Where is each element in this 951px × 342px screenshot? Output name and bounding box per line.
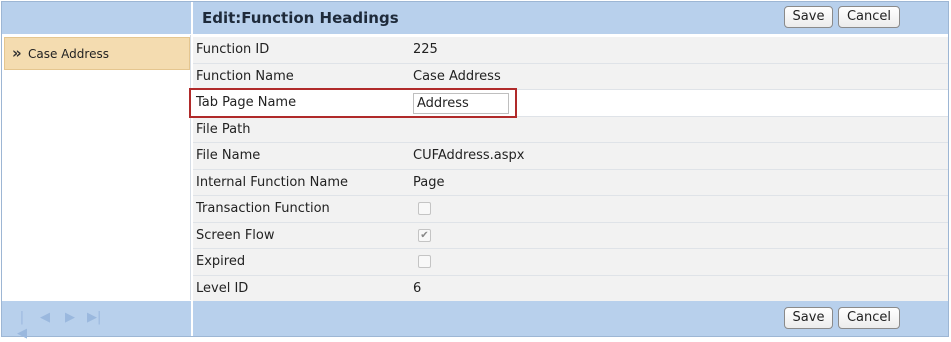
row-transaction-function: Transaction Function [193, 196, 948, 223]
sidebar-item-case-address[interactable]: » Case Address [4, 37, 190, 70]
file-name-value: CUFAddress.aspx [413, 148, 525, 163]
pager-bar: |◀ ◀ ▶ ▶| [2, 301, 191, 341]
tab-page-name-input[interactable] [413, 93, 509, 114]
row-file-path: File Path [193, 116, 948, 143]
header-bar: Edit:Function Headings Save Cancel [193, 2, 948, 34]
level-id-label: Level ID [196, 280, 249, 296]
row-level-id: Level ID 6 [193, 275, 948, 302]
level-id-value: 6 [413, 280, 422, 296]
cancel-button[interactable]: Cancel [838, 6, 900, 28]
row-internal-function-name: Internal Function Name Page [193, 169, 948, 196]
row-file-name: File Name CUFAddress.aspx [193, 143, 948, 170]
prev-page-icon[interactable]: ◀ [38, 310, 52, 326]
footer-bar: Save Cancel [193, 301, 948, 336]
sidebar: » Case Address [2, 35, 191, 300]
row-function-id: Function ID 225 [193, 37, 948, 64]
expired-label: Expired [196, 254, 246, 269]
function-form-table: Function ID 225 Function Name Case Addre… [193, 37, 948, 302]
function-id-label: Function ID [196, 42, 270, 57]
function-name-value: Case Address [413, 68, 501, 84]
transaction-function-checkbox [418, 202, 431, 215]
sidebar-item-label: Case Address [28, 47, 109, 61]
internal-function-name-value: Page [413, 174, 445, 190]
screen-flow-checkbox: ✔ [418, 228, 431, 242]
row-expired: Expired [193, 249, 948, 276]
header-left-panel [2, 2, 191, 34]
double-chevron-right-icon: » [12, 44, 22, 62]
tab-page-name-label: Tab Page Name [196, 95, 297, 110]
function-name-label: Function Name [196, 68, 294, 84]
first-page-icon[interactable]: |◀ [15, 310, 29, 341]
transaction-function-label: Transaction Function [196, 201, 330, 216]
next-page-icon[interactable]: ▶ [63, 310, 77, 326]
row-screen-flow: Screen Flow ✔ [193, 222, 948, 249]
file-name-label: File Name [196, 148, 261, 163]
row-function-name: Function Name Case Address [193, 63, 948, 90]
screen-flow-label: Screen Flow [196, 227, 275, 243]
last-page-icon[interactable]: ▶| [87, 310, 101, 326]
internal-function-name-label: Internal Function Name [196, 174, 349, 190]
file-path-label: File Path [196, 121, 251, 137]
expired-checkbox [418, 255, 431, 268]
row-tab-page-name: Tab Page Name [193, 90, 948, 117]
footer-cancel-button[interactable]: Cancel [838, 307, 900, 329]
function-id-value: 225 [413, 42, 438, 57]
page-title: Edit:Function Headings [202, 9, 399, 27]
save-button[interactable]: Save [784, 6, 833, 28]
footer-save-button[interactable]: Save [784, 307, 833, 329]
